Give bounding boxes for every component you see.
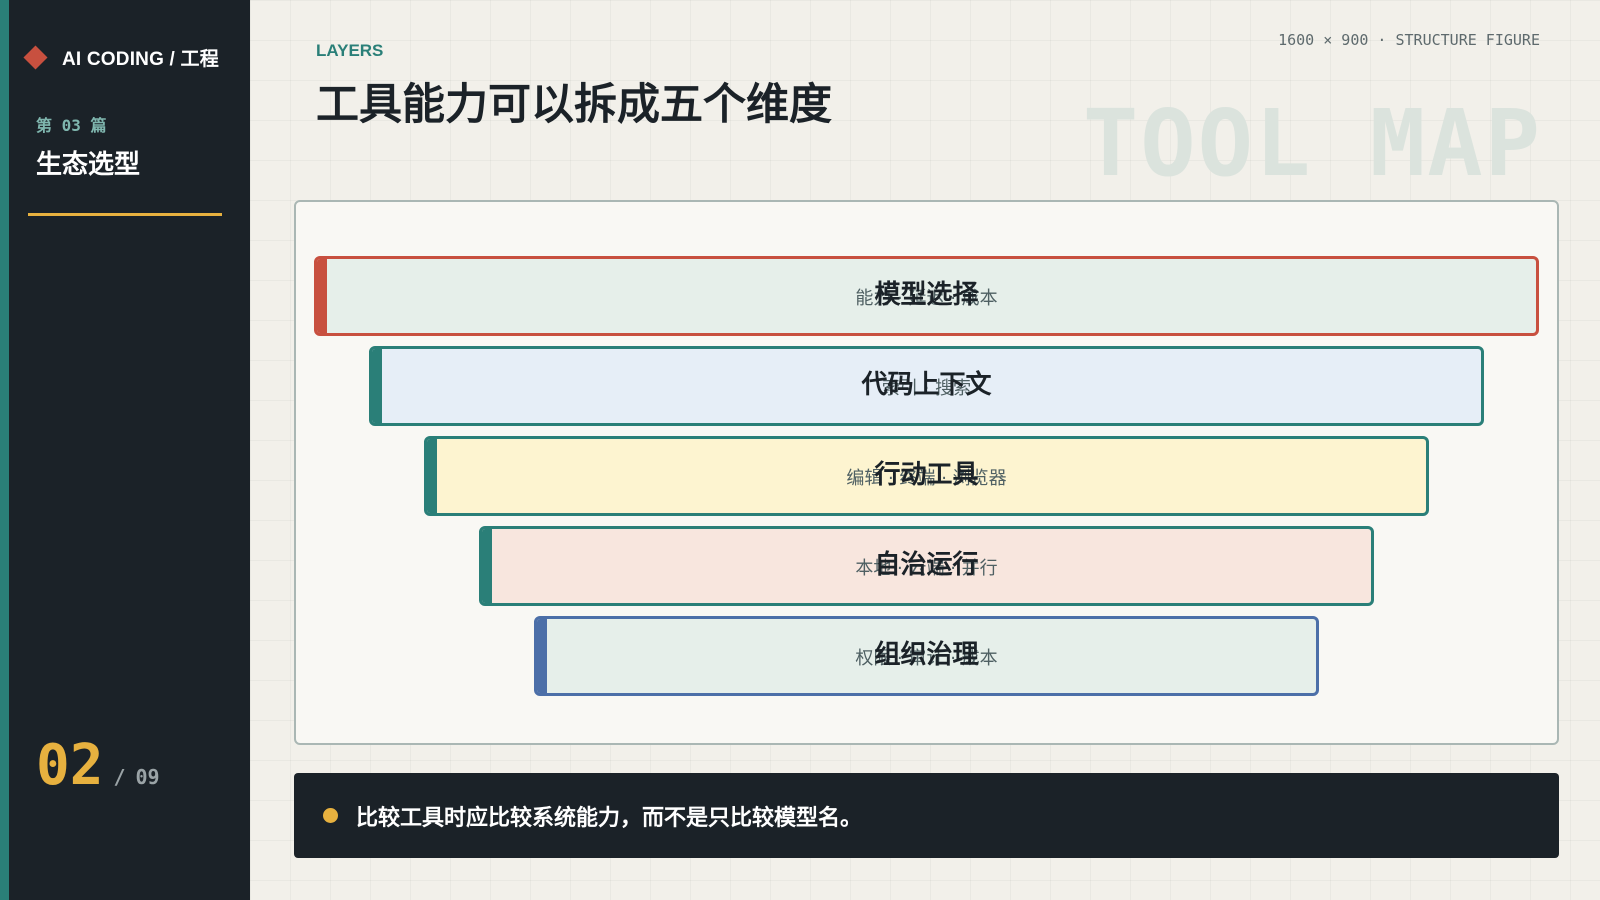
figure-meta: 1600 × 900 · STRUCTURE FIGURE bbox=[1278, 31, 1540, 49]
watermark-text: TOOL MAP bbox=[1082, 90, 1542, 197]
layer-autonomous-run: 本地 · 云端 · 并行 自治运行 bbox=[479, 526, 1374, 606]
bullet-dot-icon bbox=[323, 808, 338, 823]
takeaway-callout: 比较工具时应比较系统能力，而不是只比较模型名。 bbox=[294, 773, 1559, 858]
layer-model-selection: 能力 · 延迟 · 成本 模型选择 bbox=[314, 256, 1539, 336]
section-title: 生态选型 bbox=[36, 150, 141, 180]
brand: AI CODING / 工程 bbox=[23, 44, 219, 71]
layer-action-tools: 编辑 · 终端 · 浏览器 行动工具 bbox=[424, 436, 1429, 516]
layer-title: 行动工具 bbox=[874, 460, 979, 490]
sidebar-divider bbox=[28, 213, 222, 216]
main-content: LAYERS 工具能力可以拆成五个维度 1600 × 900 · STRUCTU… bbox=[250, 0, 1600, 900]
layer-title: 自治运行 bbox=[874, 550, 979, 580]
layer-title: 组织治理 bbox=[874, 640, 979, 670]
page-indicator: 02 / 09 bbox=[36, 738, 160, 794]
layer-code-context: 索引 · 搜索 代码上下文 bbox=[369, 346, 1484, 426]
diamond-icon bbox=[23, 45, 48, 70]
sidebar-accent-stripe bbox=[0, 0, 9, 900]
chapter-label: 第 03 篇 bbox=[36, 116, 107, 135]
total-pages: 09 bbox=[135, 765, 160, 789]
brand-label: AI CODING / 工程 bbox=[62, 49, 219, 70]
eyebrow-label: LAYERS bbox=[316, 41, 384, 60]
layers-diagram-panel: 能力 · 延迟 · 成本 模型选择 索引 · 搜索 代码上下文 编辑 · 终端 … bbox=[294, 200, 1559, 745]
current-page-number: 02 bbox=[36, 733, 104, 798]
layer-org-governance: 权限 · 审计 · 成本 组织治理 bbox=[534, 616, 1319, 696]
layer-title: 模型选择 bbox=[874, 280, 979, 310]
page-separator: / bbox=[113, 765, 126, 789]
callout-text: 比较工具时应比较系统能力，而不是只比较模型名。 bbox=[356, 805, 863, 831]
sidebar: AI CODING / 工程 第 03 篇 生态选型 02 / 09 bbox=[0, 0, 250, 900]
layer-title: 代码上下文 bbox=[861, 370, 992, 400]
page-title: 工具能力可以拆成五个维度 bbox=[316, 80, 832, 130]
